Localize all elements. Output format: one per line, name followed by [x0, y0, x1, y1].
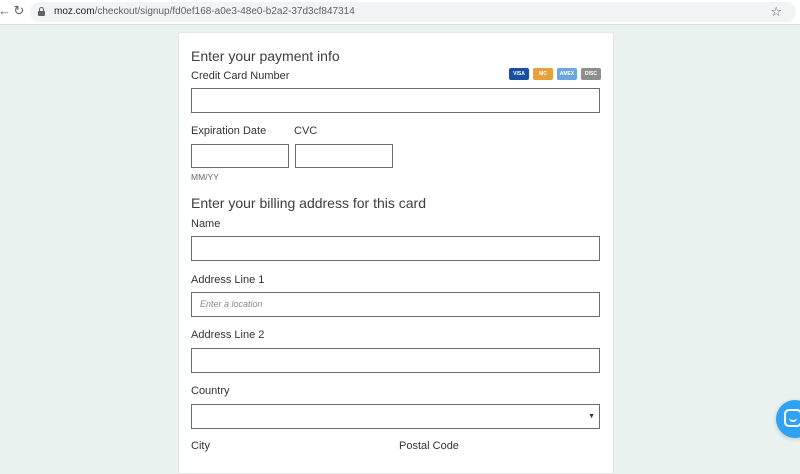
billing-heading: Enter your billing address for this card	[191, 195, 426, 211]
browser-toolbar: ← ↻ moz.com/checkout/signup/fd0ef168-a0e…	[0, 0, 800, 25]
address1-label: Address Line 1	[191, 274, 265, 286]
mastercard-card-icon: MC	[533, 68, 553, 80]
country-select[interactable]: ▼	[191, 404, 600, 429]
address1-input[interactable]	[191, 292, 600, 317]
chevron-down-icon: ▼	[588, 413, 595, 420]
amex-card-icon: AMEX	[557, 68, 577, 80]
star-icon[interactable]: ☆	[770, 5, 782, 19]
card-number-label: Credit Card Number	[191, 70, 290, 82]
url-path: /checkout/signup/fd0ef168-a0e3-48e0-b2a2…	[94, 6, 355, 17]
cvc-input[interactable]	[295, 144, 393, 168]
expiration-label: Expiration Date	[191, 125, 267, 137]
chat-launcher-button[interactable]	[776, 400, 800, 438]
payment-heading: Enter your payment info	[191, 48, 340, 64]
address2-label: Address Line 2	[191, 329, 265, 341]
country-label: Country	[191, 385, 230, 397]
expiration-hint: MM/YY	[191, 172, 219, 182]
chat-bubble-icon	[784, 409, 800, 427]
name-input[interactable]	[191, 236, 600, 261]
expiration-input[interactable]	[191, 144, 289, 168]
visa-card-icon: VISA	[509, 68, 529, 80]
discover-card-icon: DISC	[581, 68, 601, 80]
cvc-label: CVC	[294, 125, 318, 137]
card-number-input[interactable]	[191, 88, 600, 113]
url-text: moz.com/checkout/signup/fd0ef168-a0e3-48…	[54, 6, 355, 18]
lock-icon[interactable]	[38, 7, 45, 16]
name-label: Name	[191, 218, 221, 230]
postal-code-label: Postal Code	[399, 440, 459, 452]
url-host: moz.com	[54, 6, 95, 17]
city-label: City	[191, 440, 210, 452]
address-bar[interactable]: moz.com/checkout/signup/fd0ef168-a0e3-48…	[30, 2, 796, 22]
reload-icon[interactable]: ↻	[12, 4, 26, 18]
address2-input[interactable]	[191, 348, 600, 373]
arrow-back-icon[interactable]: ←	[0, 4, 11, 18]
payment-form-card: Enter your payment info Credit Card Numb…	[178, 32, 614, 474]
